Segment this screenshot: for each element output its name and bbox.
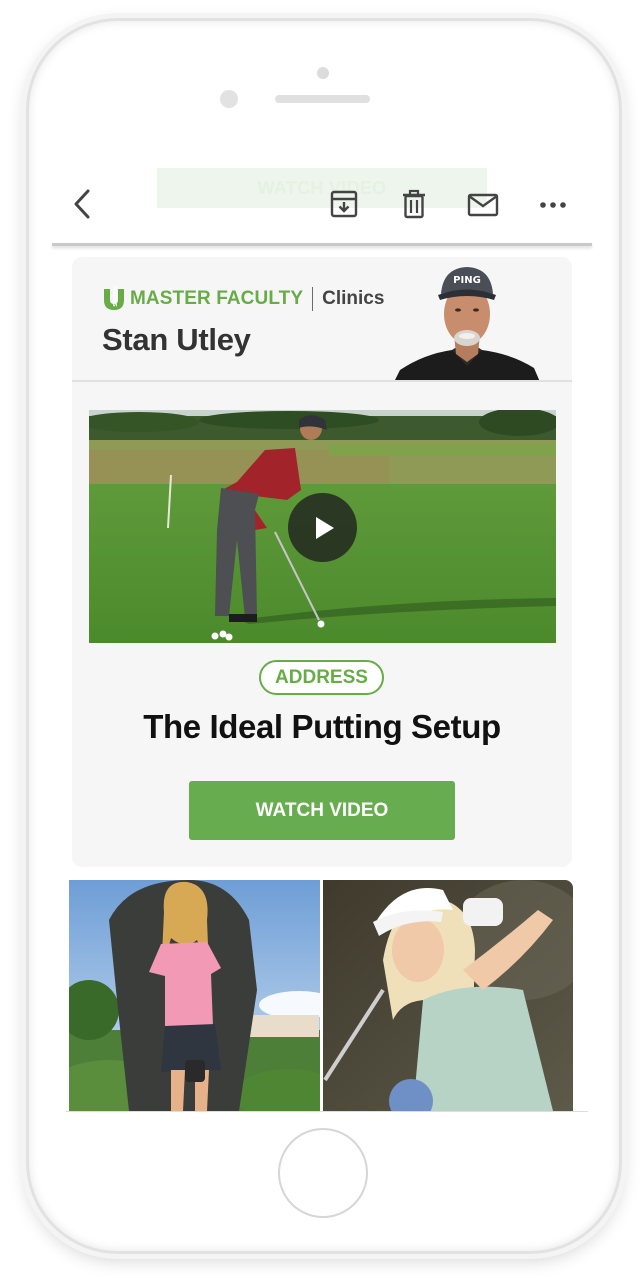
promo-photo-golfer-pink[interactable] (69, 880, 320, 1111)
swing-u-logo-icon: SWING (102, 286, 126, 312)
play-video-button[interactable] (288, 493, 357, 562)
coach-portrait: PING (394, 262, 540, 382)
more-icon[interactable] (537, 193, 569, 217)
ghost-watch-video-button: WATCH VIDEO (157, 168, 487, 208)
proximity-sensor (220, 90, 238, 108)
content-bottom-divider (66, 1111, 588, 1112)
trash-icon[interactable] (398, 188, 430, 220)
mail-icon[interactable] (466, 190, 500, 220)
brand-separator (312, 287, 314, 311)
play-icon (315, 516, 334, 539)
brand-section-label: Clinics (322, 288, 385, 309)
brand-header: SWING MASTER FACULTY Clinics (102, 286, 384, 312)
svg-text:SWING: SWING (113, 286, 119, 307)
watch-video-button[interactable]: WATCH VIDEO (189, 781, 455, 840)
promo-photo-golfer-swing[interactable] (323, 880, 573, 1111)
coach-name: Stan Utley (102, 322, 251, 357)
archive-icon[interactable] (328, 188, 360, 220)
chevron-left-icon[interactable] (66, 186, 100, 222)
card-header-divider (72, 380, 572, 382)
front-camera (317, 67, 329, 79)
toolbar-divider (52, 243, 592, 246)
earpiece-speaker (275, 95, 370, 103)
category-tag: ADDRESS (259, 660, 384, 695)
lesson-title: The Ideal Putting Setup (143, 708, 501, 745)
brand-name: MASTER FACULTY (130, 288, 304, 309)
home-button[interactable] (278, 1128, 368, 1218)
cap-logo-text: PING (453, 275, 481, 286)
